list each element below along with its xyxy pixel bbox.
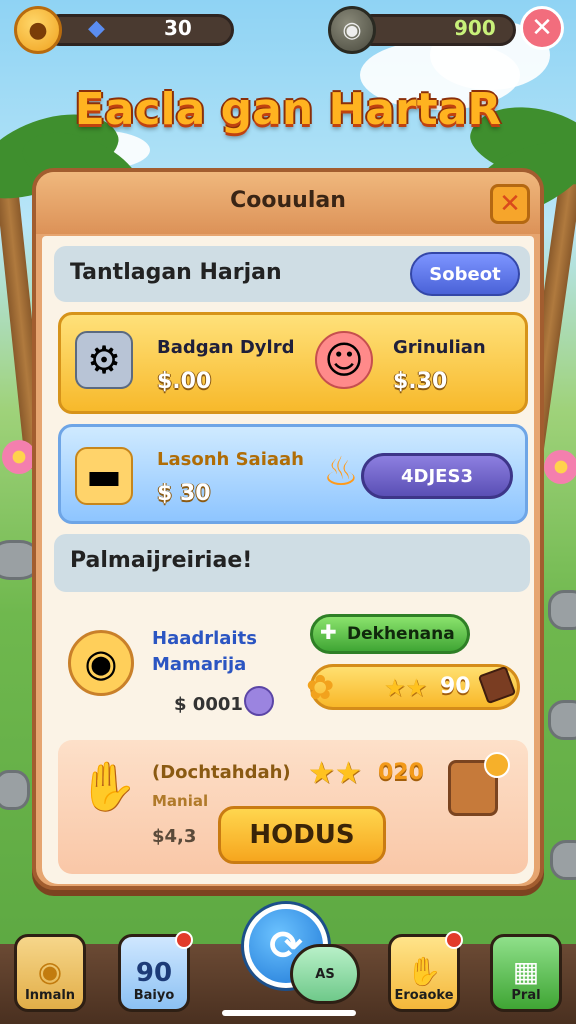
glove-icon: ✋ bbox=[406, 955, 442, 988]
blue-gem-icon: ◆ bbox=[88, 16, 105, 41]
section-header-1: Tantlagan Harjan Sobeot bbox=[54, 246, 530, 302]
item-name: Grinulian bbox=[393, 337, 486, 358]
purple-gem-icon bbox=[244, 686, 274, 716]
shop-card-1[interactable]: ⚙ Badgan Dylrd $.00 ☺ Grinulian $.30 bbox=[58, 312, 528, 414]
item-name: Badgan Dylrd bbox=[157, 337, 295, 358]
nav-label: Eroaoke bbox=[394, 988, 454, 1003]
select-button[interactable]: Sobeot bbox=[410, 252, 520, 296]
offer-name-line1: Haadrlaits bbox=[152, 628, 257, 649]
hodus-button[interactable]: HODUS bbox=[218, 806, 386, 864]
offer-row-2[interactable]: ✋ (Dochtahdah) Manial $4,3 ★★ 020 HODUS bbox=[58, 740, 528, 874]
pink-creature-icon: ☺ bbox=[315, 331, 373, 389]
nav-item-pral[interactable]: ▦ Pral bbox=[490, 934, 562, 1012]
section-title-2: Palmaijreiriae! bbox=[70, 548, 253, 573]
nav-item-as[interactable]: AS bbox=[290, 944, 360, 1004]
hand-icon: ✋ bbox=[78, 759, 138, 815]
acorn-coin-icon: ● bbox=[14, 6, 62, 54]
stars-value: 020 bbox=[378, 760, 424, 785]
hud-right: ◉ 900 bbox=[328, 6, 518, 54]
item-price: $ 30 bbox=[157, 481, 211, 506]
flame-icon: ♨ bbox=[323, 449, 359, 495]
nav-label: Pral bbox=[511, 988, 541, 1003]
stars-value: 90 bbox=[440, 674, 471, 699]
section-header-2: Palmaijreiriae! bbox=[54, 534, 530, 592]
bomb-coin-icon: ◉ bbox=[328, 6, 376, 54]
shop-panel: Coouulan ✕ Tantlagan Harjan Sobeot ⚙ Bad… bbox=[32, 168, 544, 890]
nav-item-inventory[interactable]: ◉ Inmaln bbox=[14, 934, 86, 1012]
coin-stack-icon: ◉ bbox=[37, 955, 63, 988]
nav-label: AS bbox=[315, 966, 335, 982]
home-indicator[interactable] bbox=[222, 1010, 356, 1016]
star-icon: ★★ bbox=[308, 756, 362, 791]
hud-left: ● ◆ 30 bbox=[14, 6, 236, 54]
map-icon: ▦ bbox=[512, 955, 540, 988]
offer-price: $ 0001 bbox=[174, 694, 243, 715]
item-name: Lasonh Saiaah bbox=[157, 449, 304, 470]
nav-item-baiyo[interactable]: 90 Baiyo bbox=[118, 931, 193, 1012]
panel-title: Coouulan bbox=[230, 188, 346, 213]
panel-body: Tantlagan Harjan Sobeot ⚙ Badgan Dylrd $… bbox=[42, 236, 534, 884]
game-title: Eacla gan HartaR bbox=[74, 84, 502, 135]
machine-icon: ⚙ bbox=[75, 331, 133, 389]
shop-card-2[interactable]: ▬ Lasonh Saiaah $ 30 ♨ 4DJES3 bbox=[58, 424, 528, 524]
offer-price: $4,3 bbox=[152, 826, 197, 847]
bird-character-icon: ◉ bbox=[68, 630, 134, 696]
item-price: $.00 bbox=[157, 369, 212, 394]
nav-label: Baiyo bbox=[133, 988, 175, 1003]
value-pill: 4DJES3 bbox=[361, 453, 513, 499]
panel-header: Coouulan ✕ bbox=[36, 172, 540, 234]
offer-name: (Dochtahdah) bbox=[152, 762, 291, 783]
notification-badge bbox=[175, 931, 193, 949]
section-title-1: Tantlagan Harjan bbox=[70, 260, 282, 285]
nav-item-eroaoke[interactable]: ✋ Eroaoke bbox=[388, 931, 463, 1012]
star-icon: ★★ bbox=[384, 674, 428, 702]
hud-right-value: 900 bbox=[454, 16, 496, 40]
plus-icon: ✚ bbox=[320, 620, 337, 644]
item-price: $.30 bbox=[393, 369, 448, 394]
offer-name-line2: Mamarija bbox=[152, 654, 247, 675]
leaf-icon: ✿ bbox=[306, 668, 335, 708]
nav-label: Inmaln bbox=[24, 988, 76, 1003]
panel-close-button[interactable]: ✕ bbox=[490, 184, 530, 224]
sandwich-icon: ▬ bbox=[75, 447, 133, 505]
offer-subname: Manial bbox=[152, 792, 209, 810]
nav-value: 90 bbox=[135, 958, 173, 988]
hud-left-value: 30 bbox=[164, 16, 192, 40]
offer-row-1[interactable]: ◉ Haadrlaits Mamarija $ 0001 Dekhenana ✚… bbox=[58, 602, 528, 732]
notification-badge bbox=[445, 931, 463, 949]
close-icon[interactable]: ✕ bbox=[520, 6, 564, 50]
coin-icon bbox=[484, 752, 510, 778]
